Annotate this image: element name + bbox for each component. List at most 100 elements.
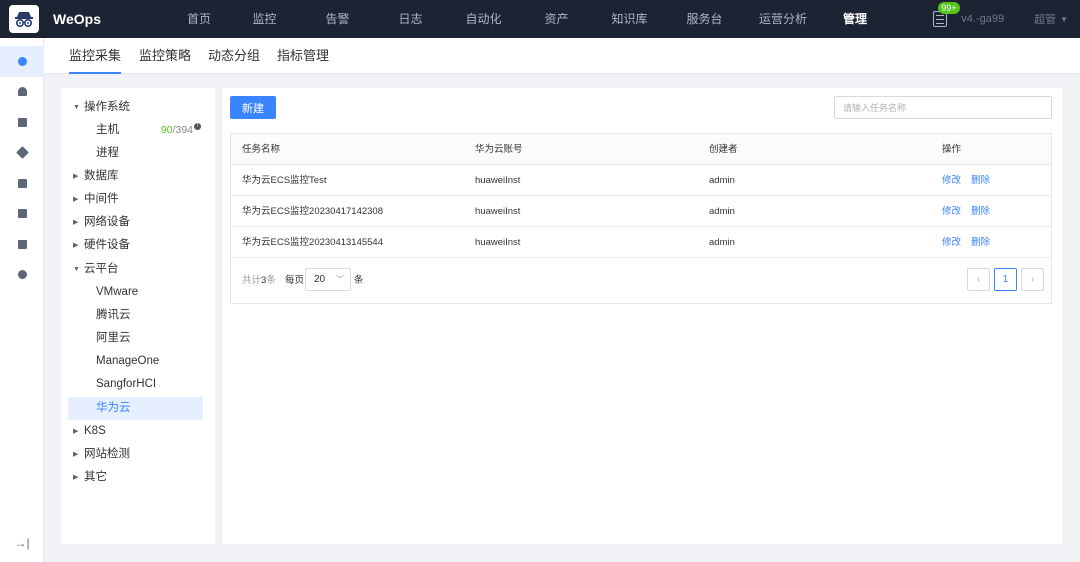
total-count: 共计3条 (242, 275, 276, 286)
tree-node-host[interactable]: 主机 90/394 ! (61, 119, 215, 142)
tab-monitor-collection[interactable]: 监控采集 (69, 38, 122, 74)
tree-node-k8s[interactable]: ▶ K8S (61, 420, 215, 443)
clipboard-icon[interactable] (0, 199, 44, 230)
page-number-button[interactable]: 1 (994, 268, 1017, 291)
nav-automation[interactable]: 自动化 (447, 0, 520, 38)
row-actions: 修改 删除 (942, 165, 1000, 196)
alarm-icon[interactable] (0, 77, 44, 108)
nav-assets[interactable]: 资产 (520, 0, 593, 38)
tree-node-tencent-cloud[interactable]: 腾讯云 (61, 304, 215, 327)
clipboard-check-icon[interactable] (0, 229, 44, 260)
delete-link[interactable]: 删除 (971, 175, 990, 186)
per-page-label: 每页 (285, 275, 305, 286)
nav-management[interactable]: 管理 (823, 0, 887, 38)
task-account: huaweiInst (475, 237, 521, 248)
tree-node-middleware[interactable]: ▶ 中间件 (61, 188, 215, 211)
task-account: huaweiInst (475, 175, 521, 186)
tree-node-other[interactable]: ▶ 其它 (61, 466, 215, 489)
header-task-name: 任务名称 (242, 144, 281, 155)
collapse-sidebar-icon[interactable]: →| (0, 536, 44, 550)
monitor-icon[interactable] (0, 46, 44, 77)
main-panel: 新建 任务名称 华为云账号 创建者 操作 华为云ECS监控Test huawei… (222, 88, 1062, 544)
nav-service-desk[interactable]: 服务台 (666, 0, 743, 38)
table-row: 华为云ECS监控20230417142308 huaweiInst admin … (231, 196, 1051, 227)
tree-node-vmware[interactable]: VMware (61, 281, 215, 304)
layers-icon[interactable] (0, 138, 44, 169)
table-row: 华为云ECS监控20230413145544 huaweiInst admin … (231, 227, 1051, 258)
edit-link[interactable]: 修改 (942, 175, 961, 186)
task-creator: admin (709, 237, 735, 248)
table-header: 任务名称 华为云账号 创建者 操作 (231, 134, 1051, 165)
page-size-unit: 条 (354, 275, 364, 286)
chevron-down-icon: ﹀ (336, 275, 344, 284)
task-account: huaweiInst (475, 206, 521, 217)
tree-node-hardware[interactable]: ▶ 硬件设备 (61, 234, 215, 257)
caret-down-icon: ▼ (73, 104, 80, 111)
caret-right-icon: ▶ (73, 196, 79, 203)
main-nav: 首页 监控 告警 日志 自动化 资产 知识库 服务台 运营分析 管理 (170, 0, 887, 38)
nav-alert[interactable]: 告警 (301, 0, 374, 38)
category-tree: ▼ 操作系统 主机 90/394 ! 进程 ▶ 数据库 ▶ 中间件 ▶ 网络设备… (61, 88, 215, 544)
next-page-button[interactable]: › (1021, 268, 1044, 291)
delete-link[interactable]: 删除 (971, 206, 990, 217)
tree-node-cloud[interactable]: ▼ 云平台 (61, 258, 215, 281)
caret-right-icon: ▶ (73, 242, 79, 249)
tree-node-database[interactable]: ▶ 数据库 (61, 165, 215, 188)
app-name: WeOps (53, 11, 101, 27)
top-right-area: 99+ v4.-ga99 超管 ▼ (933, 0, 1068, 38)
user-name: 超管 (1034, 14, 1057, 26)
book-icon[interactable] (0, 168, 44, 199)
nav-log[interactable]: 日志 (374, 0, 447, 38)
task-creator: admin (709, 206, 735, 217)
top-navbar: WeOps 首页 监控 告警 日志 自动化 资产 知识库 服务台 运营分析 管理… (0, 0, 1080, 38)
settings-hex-icon[interactable] (0, 260, 44, 291)
nav-operations-analysis[interactable]: 运营分析 (743, 0, 823, 38)
version-label: v4.-ga99 (961, 13, 1005, 25)
tree-node-aliyun[interactable]: 阿里云 (61, 327, 215, 350)
chevron-left-icon: ‹ (976, 274, 981, 285)
task-name: 华为云ECS监控20230417142308 (242, 206, 384, 217)
nav-home[interactable]: 首页 (170, 0, 228, 38)
tab-monitor-policy[interactable]: 监控策略 (139, 38, 191, 74)
table-row: 华为云ECS监控Test huaweiInst admin 修改 删除 (231, 165, 1051, 196)
caret-down-icon: ▼ (73, 266, 80, 273)
task-creator: admin (709, 175, 735, 186)
caret-right-icon: ▶ (73, 173, 79, 180)
prev-page-button[interactable]: ‹ (967, 268, 990, 291)
task-table: 任务名称 华为云账号 创建者 操作 华为云ECS监控Test huaweiIns… (230, 133, 1052, 304)
caret-right-icon: ▶ (73, 428, 79, 435)
sub-tabs: 监控采集 监控策略 动态分组 指标管理 (44, 38, 1080, 74)
edit-link[interactable]: 修改 (942, 206, 961, 217)
tree-node-huawei-cloud[interactable]: 华为云 (68, 397, 203, 420)
page-size-select[interactable]: 20 ﹀ (305, 268, 351, 291)
notification-doc-icon[interactable]: 99+ (933, 2, 960, 27)
host-count: 90/394 (160, 124, 193, 136)
task-search-input[interactable] (834, 96, 1052, 119)
tree-node-website[interactable]: ▶ 网站检测 (61, 443, 215, 466)
caret-down-icon: ▼ (1060, 14, 1068, 24)
icon-sidebar: →| (0, 38, 44, 562)
nav-knowledge[interactable]: 知识库 (593, 0, 666, 38)
box-icon[interactable] (0, 107, 44, 138)
header-actions: 操作 (942, 144, 962, 155)
edit-link[interactable]: 修改 (942, 237, 961, 248)
pagination: 共计3条 每页 20 ﹀ 条 ‹ 1 › (231, 258, 1051, 303)
header-creator: 创建者 (709, 144, 738, 155)
nav-monitor[interactable]: 监控 (228, 0, 301, 38)
tree-node-sangforhci[interactable]: SangforHCI (61, 373, 215, 396)
info-icon[interactable]: ! (194, 123, 201, 130)
tree-node-network[interactable]: ▶ 网络设备 (61, 211, 215, 234)
weops-logo-icon[interactable] (9, 5, 39, 33)
tab-metric-management[interactable]: 指标管理 (277, 38, 329, 74)
row-actions: 修改 删除 (942, 227, 1000, 258)
user-menu[interactable]: 超管 ▼ (1034, 11, 1068, 27)
caret-right-icon: ▶ (73, 451, 79, 458)
tree-node-manageone[interactable]: ManageOne (61, 350, 215, 373)
new-task-button[interactable]: 新建 (230, 96, 276, 119)
tab-dynamic-group[interactable]: 动态分组 (208, 38, 260, 74)
tree-node-process[interactable]: 进程 (61, 142, 215, 165)
tree-node-os[interactable]: ▼ 操作系统 (61, 96, 215, 119)
delete-link[interactable]: 删除 (971, 237, 990, 248)
task-name: 华为云ECS监控20230413145544 (242, 237, 384, 248)
caret-right-icon: ▶ (73, 219, 79, 226)
